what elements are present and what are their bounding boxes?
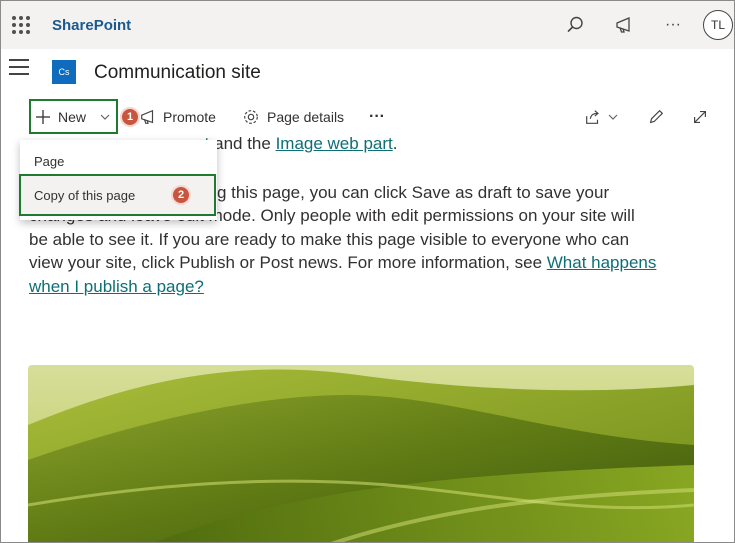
publish-page-link[interactable]: when I publish a page? (29, 277, 204, 296)
new-button[interactable]: New (29, 99, 118, 134)
megaphone-icon (141, 109, 154, 124)
avatar[interactable]: TL (703, 10, 733, 40)
content-line-2: ting this page, you can click Save as dr… (199, 183, 610, 202)
page-details-label: Page details (267, 109, 345, 125)
gear-icon (244, 110, 258, 124)
chevron-down-icon (608, 114, 618, 120)
content-line-6: when I publish a page? (29, 275, 204, 299)
share-button[interactable] (584, 106, 618, 128)
menu-item-copy-label: Copy of this page (34, 187, 136, 203)
new-button-label: New (58, 108, 87, 125)
app-launcher-icon[interactable] (12, 16, 30, 34)
menu-item-page[interactable]: Page (20, 147, 217, 175)
megaphone-icon[interactable] (612, 13, 636, 37)
plus-icon (36, 109, 50, 124)
content-line-1: rt and the Image web part. (199, 132, 397, 156)
site-title[interactable]: Communication site (94, 62, 261, 84)
app-window: SharePoint ··· TL Cs Communication site … (0, 0, 735, 543)
step-badge-1: 1 (120, 107, 140, 127)
step-badge-2: 2 (171, 185, 191, 205)
site-logo[interactable]: Cs (52, 60, 76, 84)
what-happens-link[interactable]: What happens (547, 253, 657, 272)
expand-icon[interactable] (691, 106, 709, 128)
share-icon (586, 110, 599, 124)
promote-label: Promote (163, 109, 216, 125)
image-web-part-link[interactable]: Image web part (276, 134, 393, 153)
brand-name[interactable]: SharePoint (52, 17, 131, 34)
command-more-button[interactable]: ··· (369, 106, 385, 128)
page-details-button[interactable]: Page details (242, 106, 344, 128)
promote-button[interactable]: Promote (139, 106, 216, 128)
content-line-5: view your site, click Publish or Post ne… (29, 253, 657, 272)
more-options-icon[interactable]: ··· (661, 13, 685, 37)
search-icon[interactable] (563, 13, 587, 37)
chevron-down-icon (100, 114, 110, 120)
hero-image (28, 365, 694, 542)
hamburger-menu-icon[interactable] (9, 59, 29, 75)
suite-bar: SharePoint ··· TL (1, 1, 734, 49)
content-line-4: be able to see it. If you are ready to m… (29, 230, 630, 249)
pencil-icon[interactable] (647, 106, 665, 128)
